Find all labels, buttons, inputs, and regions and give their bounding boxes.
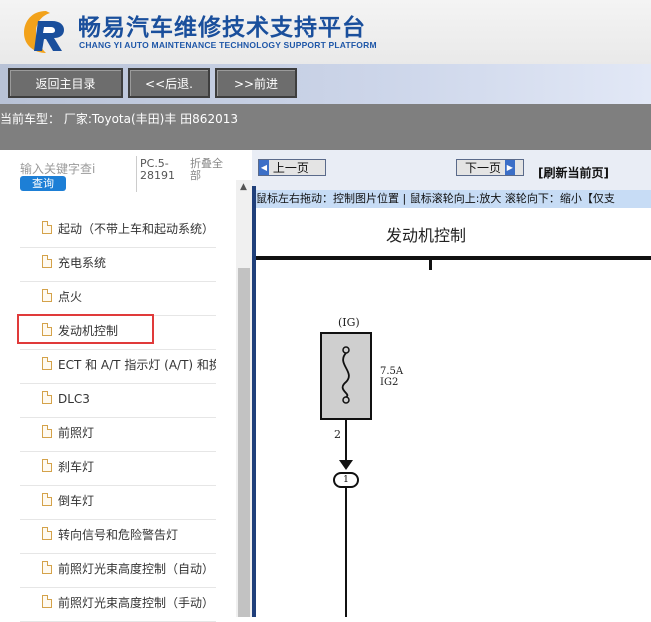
fuse-amp: 7.5A [380, 366, 404, 377]
next-page-button[interactable]: 下一页 ▶ [456, 159, 524, 176]
current-model-text: 当前车型： 厂家:Toyota(丰田)丰 田862013 [0, 112, 238, 126]
connector-symbol: 1 [333, 472, 359, 488]
search-button[interactable]: 查询 [20, 176, 66, 191]
document-icon [42, 561, 52, 574]
app-title: 畅易汽车维修技术支持平台 [78, 15, 366, 41]
cy-logo-icon [24, 11, 64, 53]
tree-item-label: DLC3 [58, 392, 90, 406]
prev-page-button[interactable]: ◀ 上一页 [258, 159, 326, 176]
viewer-toolbar: ◀ 上一页 下一页 ▶ [刷新当前页] [252, 150, 651, 186]
tree-item-label: 点火 [58, 290, 83, 304]
diagram-bus-line [256, 256, 651, 260]
fuse-name: IG2 [380, 377, 399, 388]
tree-item[interactable]: 充电系统 [20, 248, 216, 282]
forward-button[interactable]: >>前进 [215, 68, 297, 98]
wire-segment [345, 488, 347, 617]
fuse-symbol [320, 332, 372, 420]
fuse-rating: 7.5A IG2 [380, 366, 403, 388]
app-subtitle: CHANG YI AUTO MAINTENANCE TECHNOLOGY SUP… [79, 40, 377, 50]
document-icon [42, 289, 52, 302]
document-icon [42, 357, 52, 370]
tree-item[interactable]: DLC3 [20, 384, 216, 418]
model-info-bar: 当前车型： 厂家:Toyota(丰田)丰 田862013 [0, 104, 651, 150]
tree-item-label: 倒车灯 [58, 494, 95, 508]
tree-item-label: 起动（不带上车和起动系统） [58, 222, 215, 236]
scroll-up-arrow-icon[interactable]: ▲ [240, 182, 247, 192]
pin-label: 2 [334, 428, 341, 441]
nav-bar: 返回主目录 <<后退. >>前进 [0, 64, 651, 104]
arrow-left-icon: ◀ [259, 160, 269, 175]
document-icon [42, 459, 52, 472]
tree-item[interactable]: 点火 [20, 282, 216, 316]
tree-item-label: 前照灯光束高度控制（手动） [58, 596, 215, 610]
tree-item-label: 刹车灯 [58, 460, 95, 474]
fold-all-button[interactable]: 折叠全部 [190, 158, 224, 182]
document-icon [42, 595, 52, 608]
tree-item[interactable]: 倒车灯 [20, 486, 216, 520]
arrow-right-icon: ▶ [504, 160, 515, 175]
wire-segment [345, 420, 347, 460]
document-icon [42, 255, 52, 268]
ig-label: (IG) [338, 316, 360, 329]
sidebar-scroll-thumb[interactable] [238, 268, 250, 617]
diagram-title: 发动机控制 [386, 226, 467, 245]
tree-item[interactable]: 前照灯光束高度控制（自动） [20, 554, 216, 588]
document-icon [42, 493, 52, 506]
diagram-tick [429, 258, 432, 270]
tree-item[interactable]: 刹车灯 [20, 452, 216, 486]
tree-item[interactable]: 转向信号和危险警告灯 [20, 520, 216, 554]
tree-item-label: 前照灯 [58, 426, 95, 440]
tree-item-label: 转向信号和危险警告灯 [58, 528, 179, 542]
refresh-page-button[interactable]: [刷新当前页] [538, 164, 609, 181]
diagram-canvas[interactable]: 发动机控制 (IG) 7.5A IG2 2 1 [256, 208, 651, 617]
back-button[interactable]: <<后退. [128, 68, 210, 98]
app-header: 畅易汽车维修技术支持平台 CHANG YI AUTO MAINTENANCE T… [0, 0, 651, 64]
tree-item[interactable]: 前照灯 [20, 418, 216, 452]
document-icon [42, 391, 52, 404]
selected-item-highlight [17, 314, 154, 344]
search-input[interactable]: 输入关键字查i [20, 160, 95, 177]
tree-item[interactable]: ECT 和 A/T 指示灯 (A/T) 和换档 [20, 350, 216, 384]
fuse-icon [341, 346, 350, 404]
document-icon [42, 221, 52, 234]
tree-item[interactable]: 起动（不带上车和起动系统） [20, 214, 216, 248]
document-icon [42, 425, 52, 438]
arrow-down-icon [339, 460, 353, 470]
next-page-label: 下一页 [465, 161, 502, 175]
tree-item-label: 前照灯光束高度控制（自动） [58, 562, 215, 576]
tree-item-label: 充电系统 [58, 256, 107, 270]
tree-item-label: ECT 和 A/T 指示灯 (A/T) 和换档 [58, 358, 216, 372]
home-button[interactable]: 返回主目录 [8, 68, 123, 98]
prev-page-label: 上一页 [272, 161, 309, 175]
pc-info: PC.5-28191 [140, 157, 175, 182]
document-icon [42, 527, 52, 540]
sidebar: 输入关键字查i 查询 PC.5-28191 折叠全部 起动（不带上车和起动系统）… [0, 150, 252, 622]
viewer-hint: 鼠标左右拖动：控制图片位置 | 鼠标滚轮向上:放大 滚轮向下：缩小【仅支 [256, 190, 651, 208]
header-divider [136, 156, 137, 192]
viewer-panel: ◀ 上一页 下一页 ▶ [刷新当前页] 鼠标左右拖动：控制图片位置 | 鼠标滚轮… [252, 150, 651, 617]
